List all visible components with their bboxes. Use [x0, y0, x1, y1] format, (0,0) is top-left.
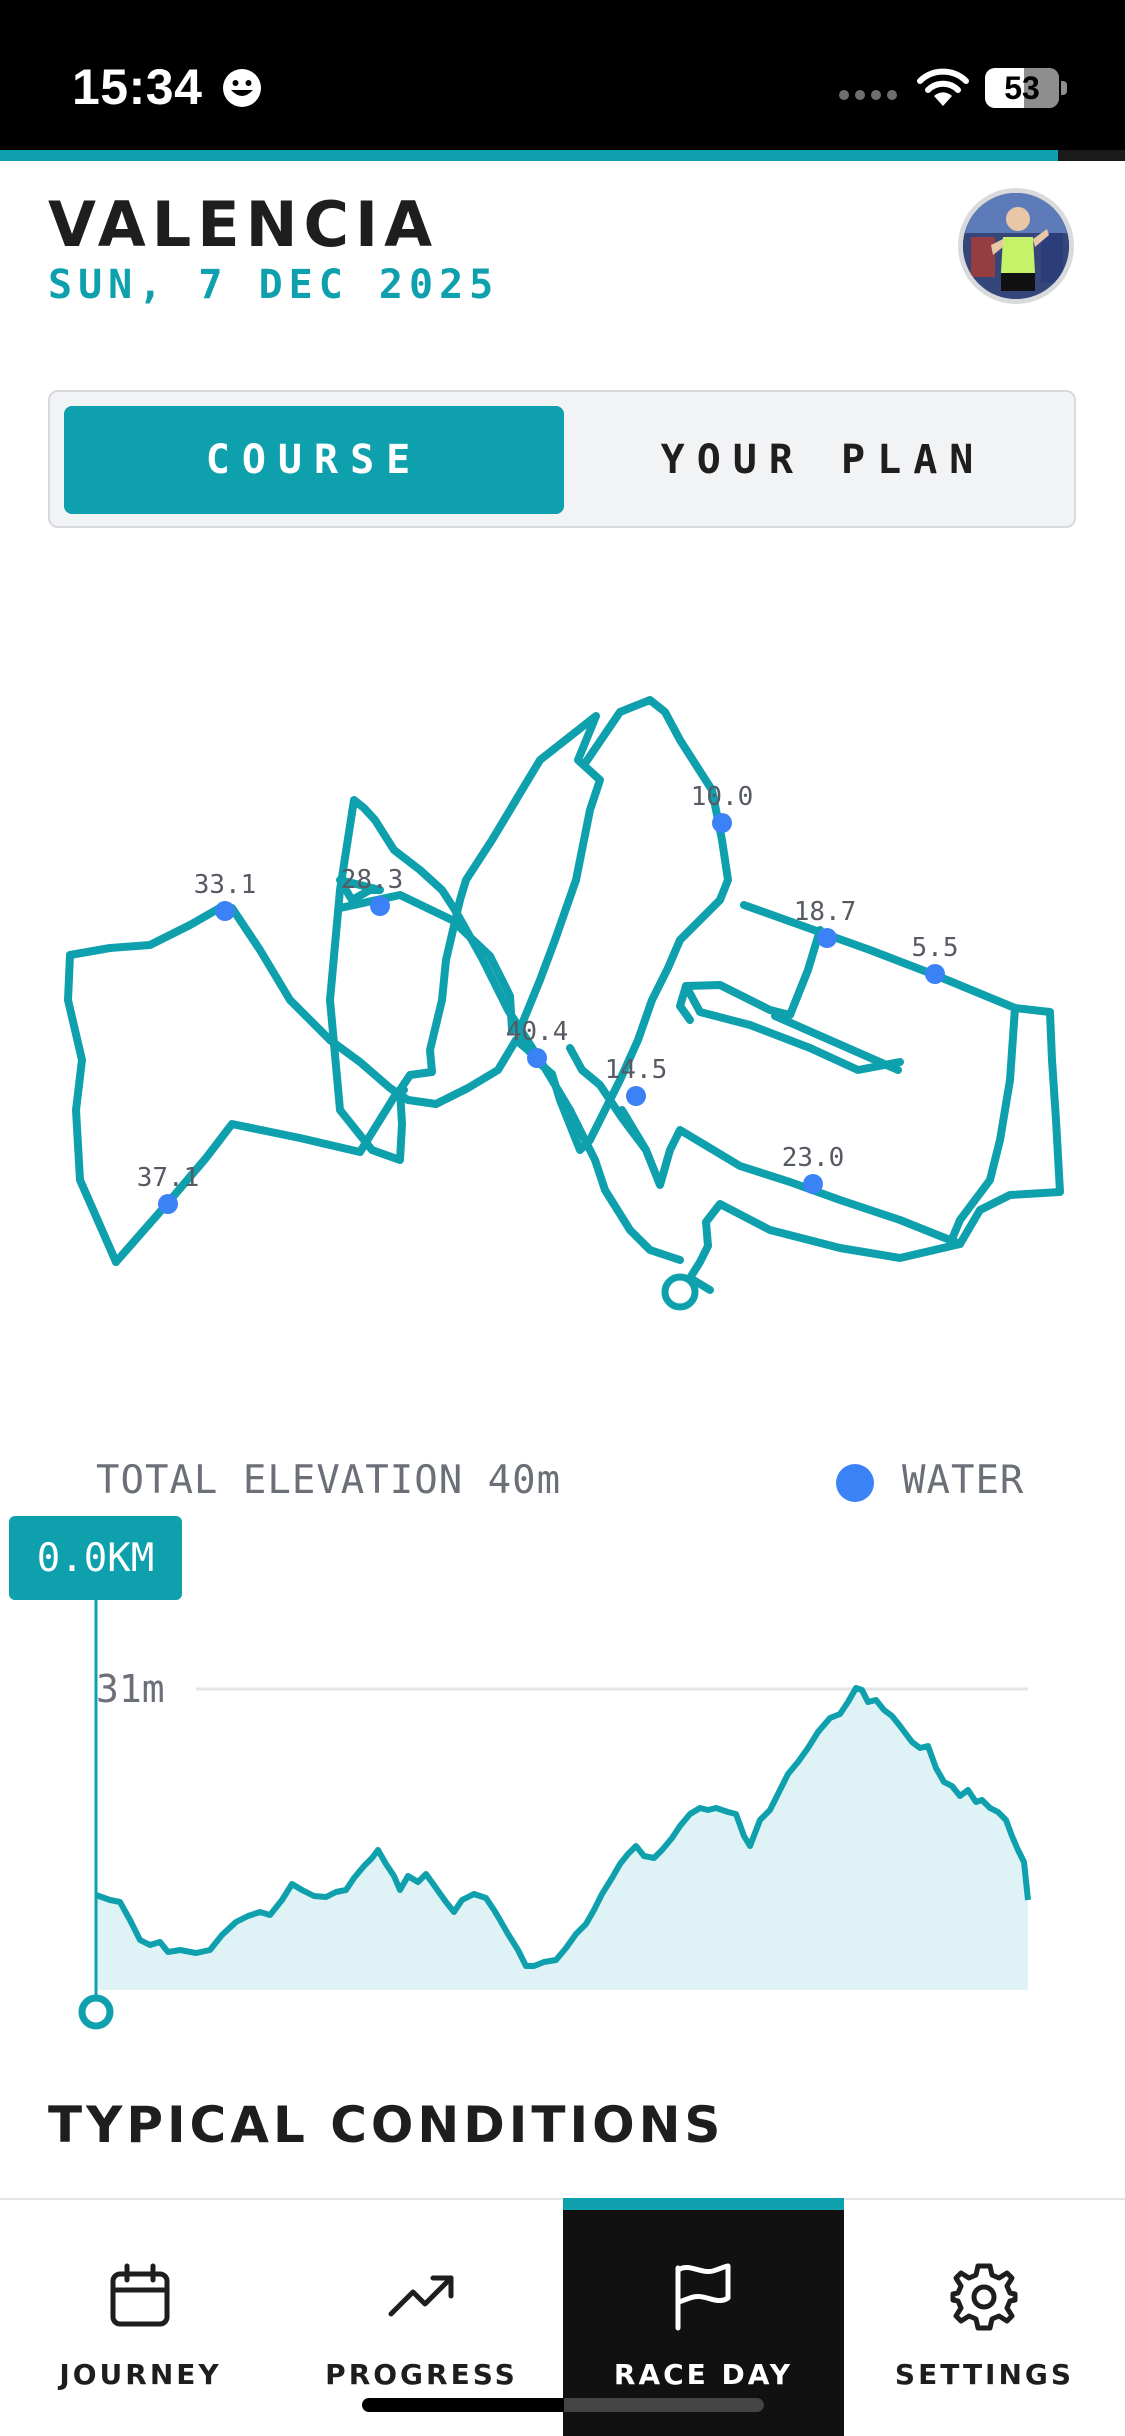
water-station-marker[interactable]: [803, 1174, 823, 1194]
water-station-marker[interactable]: [626, 1086, 646, 1106]
top-progress-fill: [0, 150, 1058, 161]
home-indicator[interactable]: [362, 2398, 764, 2412]
water-station-km-label: 40.4: [506, 1017, 569, 1047]
elevation-total: TOTAL ELEVATION 40m: [96, 1458, 562, 1503]
active-tab-indicator: [563, 2198, 844, 2210]
tab-label-journey: JOURNEY: [59, 2358, 222, 2391]
runner-avatar-image: [963, 193, 1069, 299]
water-station-marker[interactable]: [527, 1048, 547, 1068]
race-title: VALENCIA: [48, 188, 439, 261]
water-station-marker[interactable]: [370, 896, 390, 916]
avatar[interactable]: [958, 188, 1074, 304]
tab-label-race-day: RACE DAY: [613, 2358, 794, 2391]
signal-dots-icon: [839, 90, 897, 100]
course-map[interactable]: 10.0 33.1 28.3 18.7 5.5 40.4 14.5 23.0 37.1: [0, 640, 1125, 1340]
status-time: 15:34: [72, 59, 203, 115]
tab-journey[interactable]: JOURNEY: [0, 2200, 281, 2436]
course-start-marker: [661, 1273, 699, 1311]
water-station-km-label: 14.5: [605, 1055, 668, 1085]
water-markers: 10.0 33.1 28.3 18.7 5.5 40.4 14.5 23.0 37.1: [137, 782, 959, 1214]
water-station-marker[interactable]: [712, 813, 732, 833]
tab-course[interactable]: COURSE: [64, 406, 564, 514]
water-legend-dot: [836, 1464, 874, 1502]
water-station-km-label: 10.0: [691, 782, 754, 812]
typical-conditions-title: TYPICAL CONDITIONS: [48, 2096, 725, 2154]
tab-label-progress: PROGRESS: [325, 2358, 518, 2391]
course-route: [64, 696, 1064, 1294]
tab-your-plan[interactable]: YOUR PLAN: [582, 406, 1064, 514]
water-station-km-label: 5.5: [912, 933, 959, 963]
tab-settings[interactable]: SETTINGS: [844, 2200, 1125, 2436]
tab-bar: JOURNEY PROGRESS RACE DAY SETTINGS: [0, 2198, 1125, 2436]
battery-percent: 53: [1004, 70, 1040, 106]
battery-body: 53: [985, 68, 1059, 108]
smiley-icon: [223, 69, 261, 107]
battery-icon: 53: [985, 68, 1067, 108]
top-progress-bar: [0, 150, 1125, 161]
battery-cap: [1061, 81, 1067, 95]
position-cursor-handle[interactable]: [78, 1994, 114, 2030]
status-bar: 15:34 53: [0, 0, 1125, 150]
view-segmented-control: COURSE YOUR PLAN: [48, 390, 1076, 528]
home-indicator-segment: [564, 2398, 764, 2412]
gear-icon: [950, 2263, 1018, 2331]
elevation-profile-chart[interactable]: 31m 3m: [0, 1600, 1125, 2040]
wifi-icon: [917, 68, 969, 106]
tab-label-settings: SETTINGS: [894, 2358, 1075, 2391]
flag-icon: [675, 2263, 731, 2331]
race-date: SUN, 7 DEC 2025: [48, 262, 500, 308]
water-station-marker[interactable]: [215, 901, 235, 921]
water-station-km-label: 33.1: [194, 870, 257, 900]
water-station-marker[interactable]: [817, 928, 837, 948]
water-station-km-label: 28.3: [341, 865, 404, 895]
elevation-fill-clean: [96, 1688, 1028, 1990]
current-km-badge: 0.0KM: [9, 1516, 182, 1600]
water-station-km-label: 18.7: [794, 897, 857, 927]
water-station-km-label: 37.1: [137, 1163, 200, 1193]
trending-up-icon: [388, 2275, 454, 2317]
water-station-km-label: 23.0: [782, 1143, 845, 1173]
water-station-marker[interactable]: [925, 964, 945, 984]
elevation-max-label: 31m: [96, 1667, 165, 1711]
calendar-icon: [110, 2263, 170, 2327]
water-station-marker[interactable]: [158, 1194, 178, 1214]
water-legend-label: WATER: [902, 1458, 1025, 1503]
